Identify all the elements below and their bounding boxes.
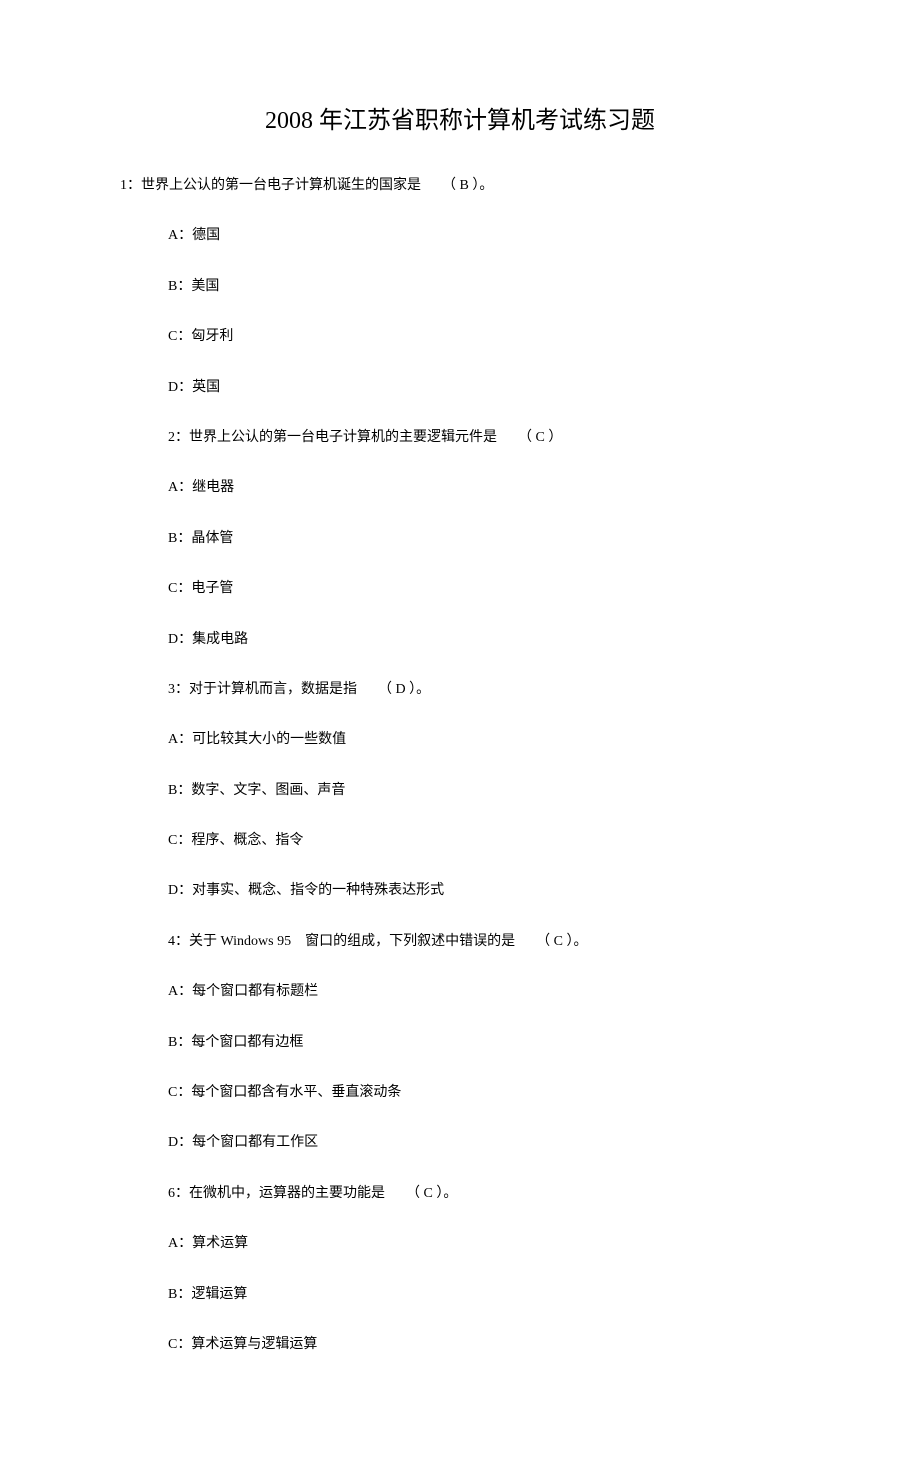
question-2-option-d: D：集成电路: [168, 629, 800, 651]
question-2-option-c: C：电子管: [168, 578, 800, 600]
question-4-stem: 4：关于 Windows 95 窗口的组成，下列叙述中错误的是 （ C ）。: [168, 931, 800, 953]
question-3-option-a: A：可比较其大小的一些数值: [168, 729, 800, 751]
question-2-option-a: A：继电器: [168, 477, 800, 499]
question-3-option-c: C：程序、概念、指令: [168, 830, 800, 852]
question-1-option-c: C：匈牙利: [168, 326, 800, 348]
question-1-option-d: D：英国: [168, 377, 800, 399]
question-1-option-a: A：德国: [168, 225, 800, 247]
document-page: 2008 年江苏省职称计算机考试练习题 1：世界上公认的第一台电子计算机诞生的国…: [0, 0, 920, 1464]
question-4-option-c: C：每个窗口都含有水平、垂直滚动条: [168, 1082, 800, 1104]
question-2-option-b: B：晶体管: [168, 528, 800, 550]
question-3-option-b: B：数字、文字、图画、声音: [168, 780, 800, 802]
question-1-option-b: B：美国: [168, 276, 800, 298]
question-4-option-a: A：每个窗口都有标题栏: [168, 981, 800, 1003]
question-6-stem: 6：在微机中，运算器的主要功能是 （ C ）。: [168, 1183, 800, 1205]
question-2-stem: 2：世界上公认的第一台电子计算机的主要逻辑元件是 （ C ）: [168, 427, 800, 449]
question-4-option-d: D：每个窗口都有工作区: [168, 1132, 800, 1154]
document-title: 2008 年江苏省职称计算机考试练习题: [120, 100, 800, 135]
question-6-option-c: C：算术运算与逻辑运算: [168, 1334, 800, 1356]
question-3-option-d: D：对事实、概念、指令的一种特殊表达形式: [168, 880, 800, 902]
question-3-stem: 3：对于计算机而言，数据是指 （ D ）。: [168, 679, 800, 701]
question-4-option-b: B：每个窗口都有边框: [168, 1032, 800, 1054]
question-6-option-a: A：算术运算: [168, 1233, 800, 1255]
question-1-stem: 1：世界上公认的第一台电子计算机诞生的国家是 （ B ）。: [120, 175, 800, 197]
